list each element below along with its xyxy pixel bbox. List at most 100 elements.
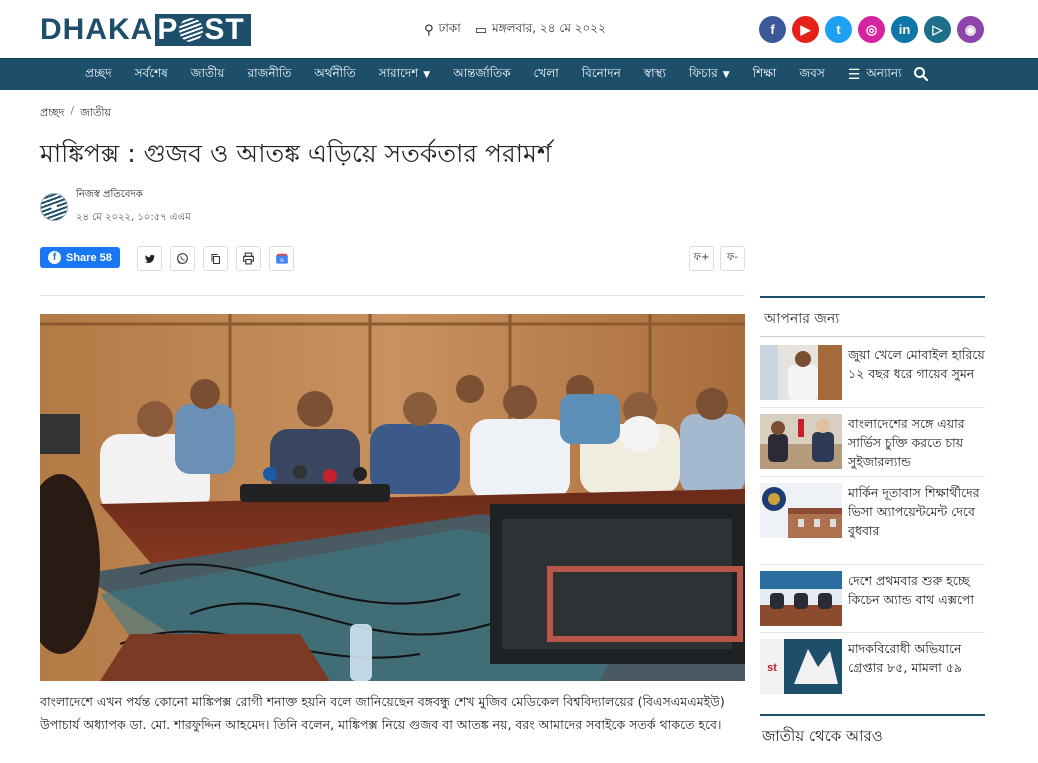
nav-item[interactable]: বিনোদন — [582, 65, 621, 85]
share-count-label: Share 58 — [66, 251, 112, 264]
nav-item-label: বিনোদন — [581, 66, 621, 80]
nav-item-label: জবস — [799, 66, 825, 80]
nav-item[interactable]: জাতীয় — [191, 65, 225, 85]
instagram-icon[interactable]: ◎ — [858, 16, 885, 43]
news-title[interactable]: দেশে প্রথমবার শুরু হচ্ছে কিচেন অ্যান্ড ব… — [848, 571, 985, 626]
font-increase-button[interactable]: ফ+ — [689, 246, 714, 271]
top-header: DHAKA P ST ⚲ ঢাকা ▭ মঙ্গলবার, ২৪ মে ২০২২… — [0, 0, 1038, 58]
facebook-icon[interactable]: f — [759, 16, 786, 43]
twitter-icon[interactable]: t — [825, 16, 852, 43]
font-decrease-button[interactable]: ফ- — [720, 246, 745, 271]
nav-item[interactable]: আন্তর্জাতিক — [453, 65, 510, 85]
item-separator — [760, 407, 985, 408]
logo-letters-st: ST — [204, 13, 245, 46]
nav-item-label: রাজনীতি — [247, 66, 292, 80]
search-icon[interactable] — [913, 66, 929, 82]
linkedin-icon-glyph: in — [898, 22, 911, 37]
divider — [40, 295, 745, 296]
podcast-icon-glyph: ◉ — [964, 21, 977, 37]
nav-item[interactable]: স্বাস্থ্য — [644, 65, 666, 85]
podcast-icon[interactable]: ◉ — [957, 16, 984, 43]
whatsapp-share-button[interactable] — [170, 246, 195, 271]
nav-item[interactable]: শিক্ষা — [753, 65, 777, 85]
nav-item[interactable]: রাজনীতি — [248, 65, 292, 85]
google-news-button[interactable]: G — [269, 246, 294, 271]
breadcrumb-home[interactable]: প্রচ্ছদ — [40, 104, 64, 123]
svg-text:st: st — [767, 662, 777, 674]
linkedin-icon[interactable]: in — [891, 16, 918, 43]
sidebar-title: আপনার জন্য — [764, 311, 840, 327]
nav-item-label: ফিচার — [688, 66, 718, 80]
article-headline: মাঙ্কিপক্স : গুজব ও আতঙ্ক এড়িয়ে সতর্কত… — [40, 139, 552, 168]
sidebar-news-item[interactable]: বাংলাদেশের সঙ্গে এয়ার সার্ভিস চুক্তি কর… — [760, 414, 985, 471]
location-pin-icon: ⚲ — [424, 22, 434, 38]
youtube-icon[interactable]: ▶ — [792, 16, 819, 43]
news-title[interactable]: মাদকবিরোধী অভিযানে গ্রেপ্তার ৮৫, মামলা ৫… — [848, 639, 985, 694]
nav-item-label: স্বাস্থ্য — [643, 66, 666, 80]
twitter-icon-glyph: t — [836, 22, 841, 37]
sidebar-news-item[interactable]: মার্কিন দূতাবাস শিক্ষার্থীদের ভিসা অ্যাপ… — [760, 483, 985, 540]
sidebar-news-item[interactable]: দেশে প্রথমবার শুরু হচ্ছে কিচেন অ্যান্ড ব… — [760, 571, 985, 626]
nav-item-label: জাতীয় — [190, 66, 225, 80]
nav-item-label: সর্বশেষ — [134, 66, 168, 80]
news-title[interactable]: জুয়া খেলে মোবাইল হারিয়ে ১২ বছর ধরে গায… — [848, 345, 985, 400]
sidebar-news-item[interactable]: st মাদকবিরোধী অভিযানে গ্রেপ্তার ৮৫, মামল… — [760, 639, 985, 694]
date-text: মঙ্গলবার, ২৪ মে ২০২২ — [491, 21, 606, 35]
sidebar-more-title: জাতীয় থেকে আরও — [762, 727, 883, 745]
nav-item-label: শিক্ষা — [752, 66, 777, 80]
youtube-icon-glyph: ▶ — [800, 21, 811, 37]
article-main-photo — [40, 314, 745, 681]
print-button[interactable] — [236, 246, 261, 271]
copy-link-button[interactable] — [203, 246, 228, 271]
news-title[interactable]: বাংলাদেশের সঙ্গে এয়ার সার্ভিস চুক্তি কর… — [848, 414, 985, 471]
whatsapp-icon — [177, 253, 188, 264]
sidebar-news-item[interactable]: জুয়া খেলে মোবাইল হারিয়ে ১২ বছর ধরে গায… — [760, 345, 985, 400]
nav-item[interactable]: প্রচ্ছদ — [85, 65, 112, 85]
sidebar-title-rule — [760, 336, 985, 337]
news-thumbnail[interactable]: st — [760, 639, 842, 694]
svg-text:G: G — [280, 257, 284, 262]
author-block: নিজস্ব প্রতিবেদক ২৪ মে ২০২২, ১০:৫৭ এএম — [40, 187, 191, 227]
nav-item[interactable]: অর্থনীতি — [314, 65, 355, 85]
logo-text-right: P ST — [155, 13, 251, 46]
printer-icon — [243, 252, 254, 265]
breadcrumb-section[interactable]: জাতীয় — [80, 104, 111, 123]
site-logo[interactable]: DHAKA P ST — [40, 14, 251, 46]
social-links: f ▶ t ◎ in ▷ ◉ — [759, 16, 990, 43]
news-thumbnail[interactable] — [760, 345, 842, 400]
nav-item[interactable]: জবস — [799, 65, 824, 85]
news-thumbnail[interactable] — [760, 483, 842, 538]
facebook-icon-glyph: f — [770, 22, 775, 37]
twitter-share-button[interactable] — [137, 246, 162, 271]
nav-item[interactable]: সর্বশেষ — [135, 65, 168, 85]
google-play-icon[interactable]: ▷ — [924, 16, 951, 43]
copy-icon — [211, 253, 220, 264]
sidebar-more-rule — [760, 714, 985, 716]
news-title[interactable]: মার্কিন দূতাবাস শিক্ষার্থীদের ভিসা অ্যাপ… — [848, 483, 985, 540]
nav-item[interactable]: খেলা — [534, 65, 559, 85]
news-thumbnail[interactable] — [760, 414, 842, 469]
nav-more-menu[interactable]: ☰ অন্যান্য — [848, 65, 902, 85]
facebook-share-button[interactable]: f Share 58 — [40, 247, 120, 268]
item-separator — [760, 476, 985, 477]
breadcrumb-separator: / — [70, 104, 75, 117]
nav-item[interactable]: সারাদেশ ▼ — [379, 65, 431, 85]
nav-item-label: আন্তর্জাতিক — [453, 66, 511, 80]
article-body: বাংলাদেশে এখন পর্যন্ত কোনো মাঙ্কিপক্স রো… — [40, 694, 725, 732]
sidebar-top-rule — [760, 296, 985, 298]
google-news-icon: G — [275, 253, 288, 264]
hamburger-menu-icon: ☰ — [847, 67, 861, 83]
news-thumbnail[interactable] — [760, 571, 842, 626]
author-name: নিজস্ব প্রতিবেদক — [76, 189, 143, 200]
author-avatar — [40, 193, 68, 221]
instagram-icon-glyph: ◎ — [865, 21, 878, 37]
chevron-down-icon: ▼ — [423, 70, 431, 80]
calendar-icon: ▭ — [474, 22, 487, 38]
breadcrumb: প্রচ্ছদ / জাতীয় — [40, 104, 111, 123]
nav-item-label: খেলা — [533, 66, 559, 80]
location-text: ঢাকা — [438, 21, 461, 35]
nav-item[interactable]: ফিচার ▼ — [689, 65, 730, 85]
main-navigation: প্রচ্ছদ সর্বশেষ জাতীয় রাজনীতি অর্থনীতি সারাদ… — [0, 58, 1038, 90]
google-play-icon-glyph: ▷ — [932, 21, 943, 37]
nav-more-label: অন্যান্য — [866, 66, 902, 80]
